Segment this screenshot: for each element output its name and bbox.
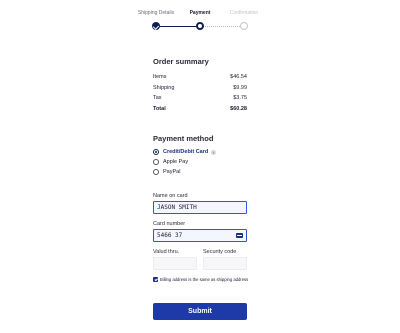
checkout-stepper: Shipping Details Payment Confirmation	[137, 10, 260, 34]
radio-unselected-icon[interactable]	[153, 159, 159, 165]
name-on-card-label: Name on card	[153, 193, 188, 199]
order-summary-section: Order summary Items $46.54 Shipping $9.9…	[153, 57, 247, 114]
summary-row-tax: Tax $3.75	[153, 93, 247, 104]
billing-same-row[interactable]: Billing address is the same as shipping …	[153, 277, 249, 282]
summary-value: $46.54	[230, 74, 247, 81]
payment-option-apple-pay[interactable]: Apple Pay	[153, 157, 247, 167]
step-label-confirmation: Confirmation	[229, 10, 259, 16]
checkbox-checked-icon[interactable]	[153, 277, 158, 282]
valid-thru-input[interactable]	[153, 257, 197, 270]
payment-method-title: Payment method	[153, 134, 214, 143]
summary-label: Tax	[153, 95, 162, 102]
payment-option-label: Apple Pay	[163, 159, 189, 165]
submit-button[interactable]: Submit	[153, 303, 247, 320]
summary-label: Shipping	[153, 84, 175, 91]
card-number-input[interactable]: 5466 37	[153, 229, 247, 242]
expiry-security-row: Valud thru. Security code	[153, 249, 247, 270]
payment-option-card[interactable]: Credit/Debit Card i	[153, 147, 247, 157]
valid-thru-label: Valud thru.	[153, 249, 180, 255]
summary-row-shipping: Shipping $9.99	[153, 83, 247, 94]
radio-selected-icon[interactable]	[153, 149, 159, 155]
name-on-card-input[interactable]: JASON SMITH	[153, 201, 247, 214]
payment-option-label: Credit/Debit Card	[163, 149, 209, 155]
card-details-form: Name on card JASON SMITH Card number 546…	[153, 193, 247, 270]
info-icon[interactable]: i	[211, 149, 217, 155]
summary-value: $9.99	[233, 84, 247, 91]
summary-label: Items	[153, 74, 167, 81]
payment-method-section: Payment method Credit/Debit Card i Apple…	[153, 134, 247, 177]
radio-unselected-icon[interactable]	[153, 169, 159, 175]
step-connector-pending	[203, 25, 242, 27]
security-code-group: Security code	[203, 249, 247, 270]
step-label-payment: Payment	[189, 10, 211, 16]
step-label-shipping: Shipping Details	[137, 10, 175, 16]
credit-card-icon	[236, 233, 243, 238]
step-connector-complete	[158, 25, 198, 27]
name-on-card-value: JASON SMITH	[157, 204, 197, 211]
step-complete-check-icon	[152, 22, 160, 30]
billing-same-checkbox-row[interactable]: Billing address is the same as shipping …	[153, 277, 249, 282]
order-summary-title: Order summary	[153, 57, 209, 66]
billing-same-label: Billing address is the same as shipping …	[160, 277, 249, 282]
card-number-label: Card number	[153, 221, 186, 227]
payment-option-paypal[interactable]: PayPal	[153, 167, 247, 177]
summary-value: $3.75	[233, 95, 247, 102]
submit-wrapper: Submit	[153, 300, 247, 320]
total-value: $60.28	[230, 105, 247, 112]
security-code-input[interactable]	[203, 257, 247, 270]
step-pending-indicator	[240, 22, 248, 30]
card-number-value: 5466 37	[157, 232, 183, 239]
summary-row-items: Items $46.54	[153, 72, 247, 83]
payment-option-label: PayPal	[163, 169, 181, 175]
summary-row-total: Total $60.28	[153, 104, 247, 115]
step-current-indicator	[196, 22, 204, 30]
valid-thru-group: Valud thru.	[153, 249, 197, 270]
security-code-label: Security code	[203, 249, 237, 255]
total-label: Total	[153, 105, 166, 112]
